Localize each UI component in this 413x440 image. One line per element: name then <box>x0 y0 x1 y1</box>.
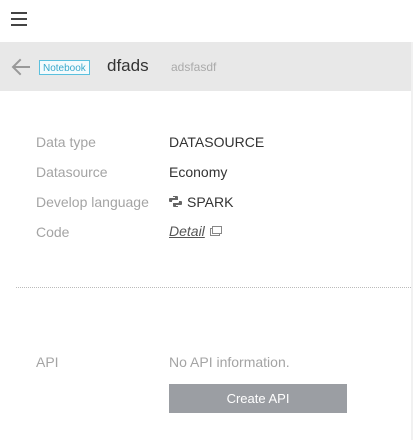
develop-language-value: SPARK <box>187 194 234 210</box>
hamburger-menu-icon[interactable] <box>11 12 27 26</box>
api-empty-text: No API information. <box>169 354 290 370</box>
page-title: dfads <box>107 56 149 75</box>
arrow-left-icon[interactable] <box>11 58 31 76</box>
python-icon <box>169 196 182 207</box>
external-window-icon[interactable] <box>210 226 222 236</box>
code-detail-link[interactable]: Detail <box>169 222 205 240</box>
notebook-badge: Notebook <box>39 60 90 75</box>
datasource-value: Economy <box>169 164 228 180</box>
develop-language-label: Develop language <box>36 194 149 210</box>
datasource-label: Datasource <box>36 164 108 180</box>
section-divider <box>16 287 413 288</box>
data-type-label: Data type <box>36 134 96 150</box>
top-bar <box>0 0 413 42</box>
code-label: Code <box>36 224 70 240</box>
page-subtitle: adsfasdf <box>171 60 217 74</box>
data-type-value: DATASOURCE <box>169 134 265 150</box>
api-label: API <box>36 354 59 370</box>
create-api-button[interactable]: Create API <box>169 384 347 413</box>
